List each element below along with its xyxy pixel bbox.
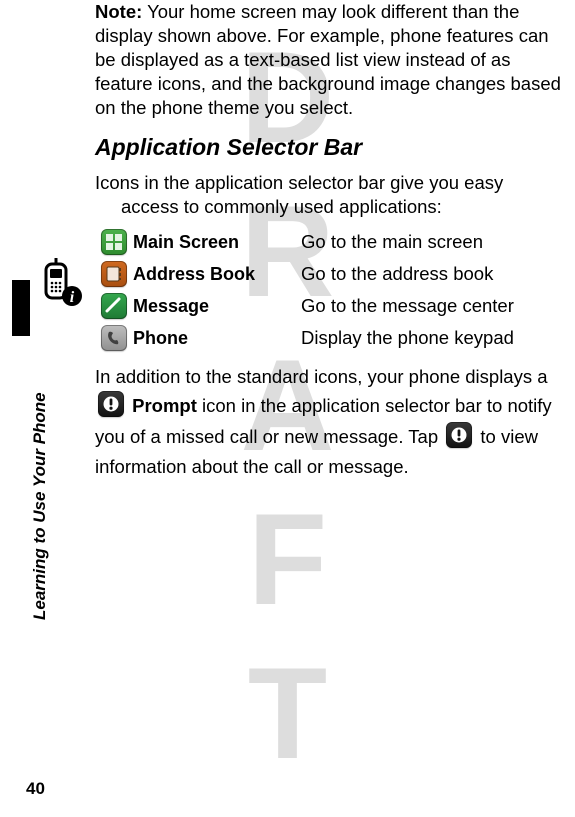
prompt-icon xyxy=(98,391,124,417)
section-name-vertical: Learning to Use Your Phone xyxy=(30,132,50,360)
row-label: Phone xyxy=(133,328,188,349)
row-label: Main Screen xyxy=(133,232,239,253)
note-text: Your home screen may look different than… xyxy=(95,1,561,118)
prompt-paragraph: In addition to the standard icons, your … xyxy=(95,363,565,482)
prompt-icon xyxy=(446,422,472,448)
prompt-lead: In addition to the standard icons, your … xyxy=(95,366,548,387)
row-label: Message xyxy=(133,296,209,317)
row-description: Go to the address book xyxy=(301,263,493,285)
address-book-icon xyxy=(101,261,127,287)
table-row: Address Book Go to the address book xyxy=(101,261,565,287)
phone-keypad-icon xyxy=(101,325,127,351)
main-screen-icon xyxy=(101,229,127,255)
note-paragraph: Note: Your home screen may look differen… xyxy=(95,0,565,120)
section-heading: Application Selector Bar xyxy=(95,134,565,161)
icon-description-table: Main Screen Go to the main screen Addres… xyxy=(101,229,565,351)
section-tab-marker xyxy=(12,280,30,336)
row-description: Display the phone keypad xyxy=(301,327,514,349)
row-description: Go to the message center xyxy=(301,295,514,317)
row-description: Go to the main screen xyxy=(301,231,483,253)
message-icon xyxy=(101,293,127,319)
intro-paragraph: Icons in the application selector bar gi… xyxy=(95,171,565,219)
prompt-icon-label: Prompt xyxy=(132,395,197,416)
svg-text:i: i xyxy=(70,289,75,306)
table-row: Main Screen Go to the main screen xyxy=(101,229,565,255)
note-label: Note: xyxy=(95,1,142,22)
table-row: Phone Display the phone keypad xyxy=(101,325,565,351)
table-row: Message Go to the message center xyxy=(101,293,565,319)
row-label: Address Book xyxy=(133,264,255,285)
page-number: 40 xyxy=(26,779,45,799)
